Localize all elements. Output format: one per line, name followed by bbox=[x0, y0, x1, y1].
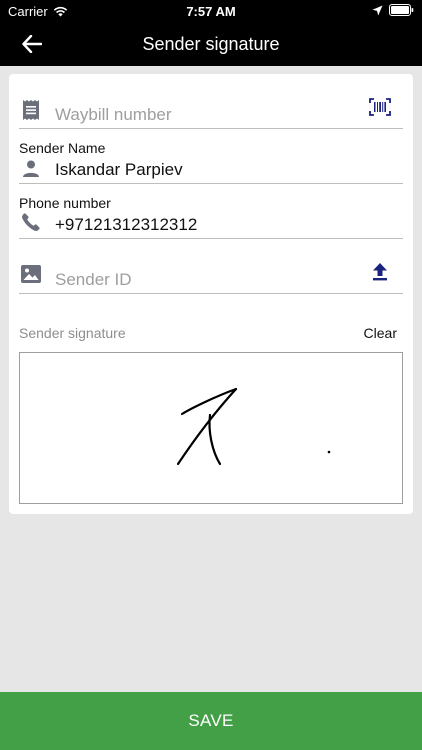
app-bar: Sender signature bbox=[0, 22, 422, 66]
page-title: Sender signature bbox=[142, 34, 280, 54]
sender-name-field[interactable]: Sender Name Iskandar Parpiev bbox=[19, 138, 403, 184]
sender-id-underline bbox=[19, 293, 403, 294]
battery-icon bbox=[389, 4, 414, 16]
waybill-underline bbox=[19, 128, 403, 129]
form-card: Waybill number Sender Name Iskandar Parp… bbox=[9, 74, 413, 514]
phone-field[interactable]: Phone number +97121312312312 bbox=[19, 193, 403, 239]
sender-id-field[interactable]: Sender ID bbox=[19, 257, 403, 294]
clock: 7:57 AM bbox=[186, 4, 236, 19]
signature-pad[interactable] bbox=[19, 352, 403, 504]
waybill-input[interactable]: Waybill number bbox=[55, 105, 172, 125]
signature-label: Sender signature bbox=[19, 325, 126, 341]
signature-stroke bbox=[176, 387, 331, 466]
phone-label: Phone number bbox=[19, 195, 111, 211]
waybill-field[interactable]: Waybill number bbox=[19, 92, 403, 129]
phone-icon bbox=[19, 210, 43, 234]
barcode-scan-button[interactable] bbox=[367, 94, 393, 120]
phone-input[interactable]: +97121312312312 bbox=[55, 215, 197, 235]
barcode-scan-icon bbox=[369, 98, 391, 116]
upload-icon bbox=[373, 263, 387, 281]
person-icon bbox=[19, 157, 43, 181]
upload-button[interactable] bbox=[367, 259, 393, 285]
phone-underline bbox=[19, 238, 403, 239]
sender-name-label: Sender Name bbox=[19, 140, 106, 156]
status-bar: Carrier 7:57 AM bbox=[0, 0, 422, 22]
sender-id-input[interactable]: Sender ID bbox=[55, 270, 132, 290]
location-arrow-icon bbox=[372, 5, 383, 15]
save-button[interactable]: SAVE bbox=[0, 692, 422, 750]
sender-name-input[interactable]: Iskandar Parpiev bbox=[55, 160, 183, 180]
receipt-icon bbox=[19, 98, 43, 122]
sender-name-underline bbox=[19, 183, 403, 184]
clear-signature-button[interactable]: Clear bbox=[364, 325, 397, 341]
image-icon bbox=[19, 262, 43, 286]
